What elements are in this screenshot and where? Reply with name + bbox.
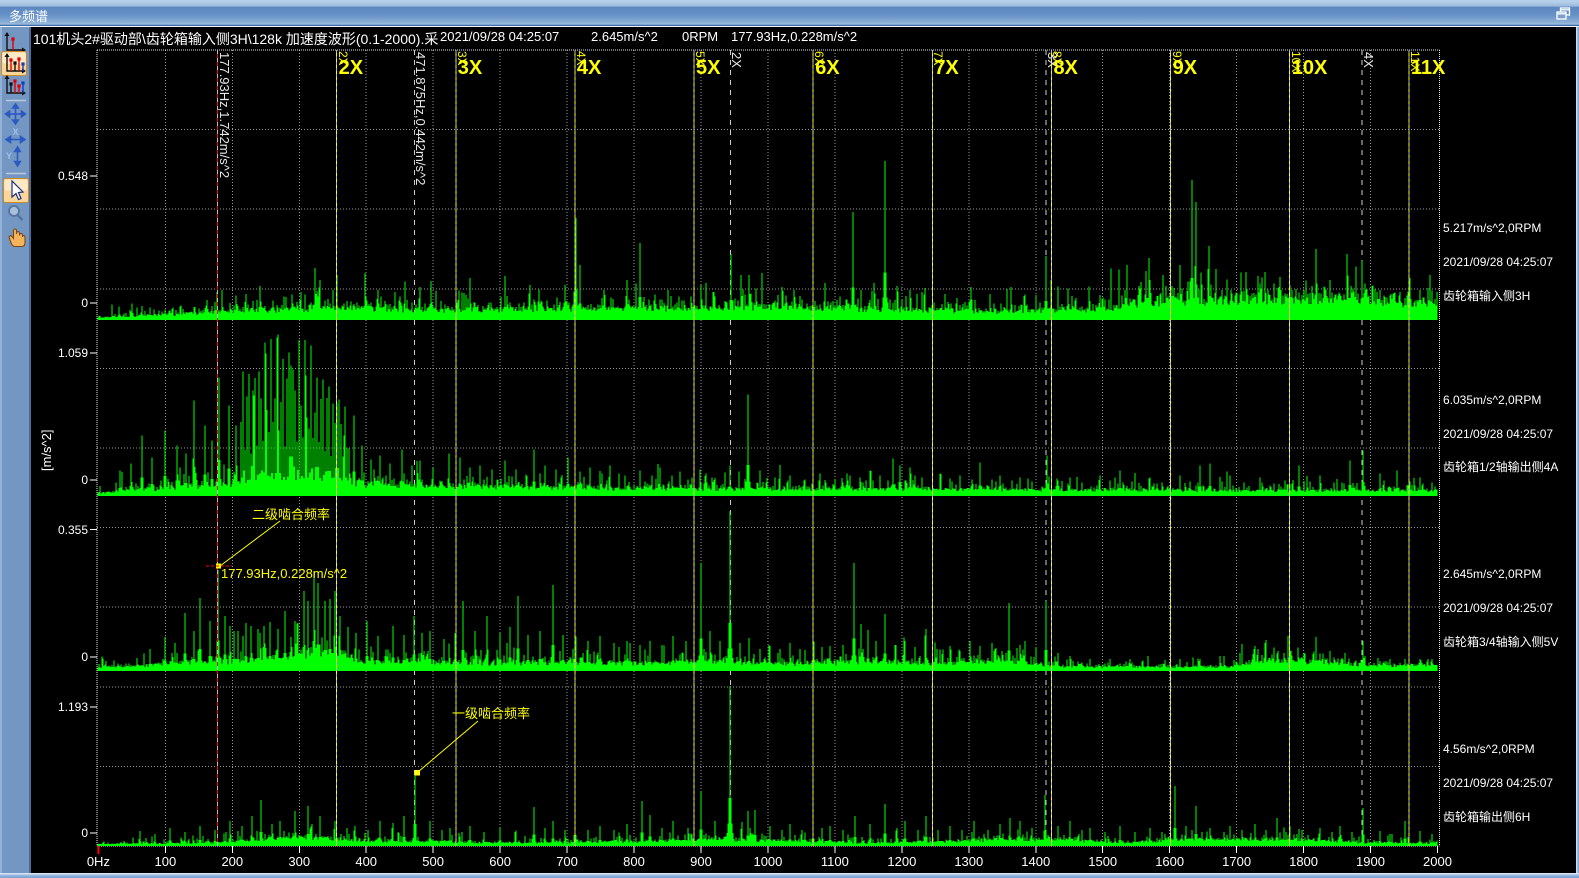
svg-text:X: X (12, 127, 18, 137)
svg-text:Y: Y (6, 151, 12, 161)
